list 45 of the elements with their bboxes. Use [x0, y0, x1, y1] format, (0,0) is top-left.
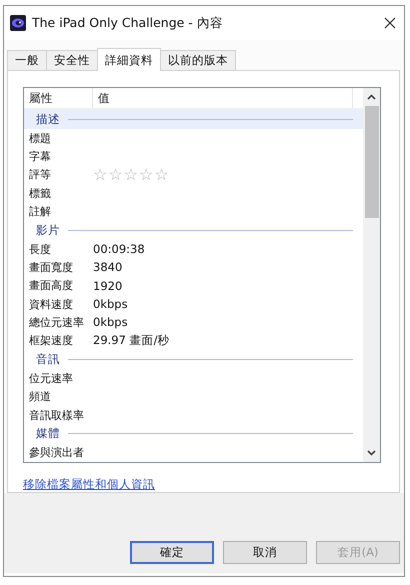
property-name: 標籤 — [28, 186, 52, 200]
property-name: 資料速度 — [28, 296, 74, 312]
scroll-down-icon[interactable] — [367, 450, 376, 456]
scrollbar[interactable] — [363, 88, 380, 462]
property-name: 畫面高度 — [28, 278, 74, 294]
property-name: 畫面寬度 — [28, 260, 74, 275]
scroll-up-icon[interactable] — [367, 94, 376, 100]
dialog-button[interactable]: 確定 — [130, 541, 214, 564]
property-name: 評等 — [28, 167, 52, 182]
property-value: 3840 — [93, 260, 122, 274]
dialog-button[interactable]: 取消 — [223, 541, 307, 564]
scroll-thumb[interactable] — [364, 106, 378, 218]
group-row[interactable]: 媒體 — [24, 424, 363, 444]
property-name: 音訊取樣率 — [28, 408, 85, 422]
property-value: 0kbps — [93, 297, 128, 311]
group-row[interactable]: 音訊 — [24, 350, 363, 370]
property-name: 長度 — [28, 242, 52, 257]
property-value: 0kbps — [93, 315, 128, 330]
property-name: 註解 — [28, 204, 52, 219]
property-name: 字幕 — [28, 148, 52, 164]
property-value: 00:09:38 — [93, 242, 145, 256]
group-name: 音訊 — [36, 352, 60, 367]
property-value: 1920 — [93, 278, 122, 293]
group-row[interactable]: 影片 — [24, 220, 363, 240]
property-name: 框架速度 — [28, 333, 74, 348]
group-name: 影片 — [36, 222, 60, 238]
property-name: 位元速率 — [28, 370, 74, 386]
group-name: 描述 — [36, 112, 60, 127]
window-title: The iPad Only Challenge - 內容 — [32, 14, 224, 32]
group-name: 媒體 — [36, 426, 60, 442]
app-icon — [10, 15, 26, 31]
tab[interactable]: 詳細資料 — [97, 48, 161, 71]
property-name: 總位元速率 — [28, 314, 85, 330]
tab[interactable]: 以前的版本 — [160, 50, 236, 70]
remove-properties-link[interactable]: 移除檔案屬性和個人資訊 — [23, 477, 155, 492]
group-row[interactable]: 描述 — [24, 109, 363, 129]
close-icon[interactable] — [384, 17, 396, 29]
column-header[interactable]: 值 — [93, 88, 353, 108]
property-name: 頻道 — [28, 389, 52, 404]
property-name: 標題 — [28, 130, 52, 146]
column-header[interactable]: 屬性 — [24, 88, 93, 108]
property-name: 參與演出者 — [28, 445, 85, 460]
property-value: 29.97 畫面/秒 — [93, 333, 170, 348]
tab[interactable]: 一般 — [7, 50, 47, 70]
tab[interactable]: 安全性 — [46, 50, 98, 70]
